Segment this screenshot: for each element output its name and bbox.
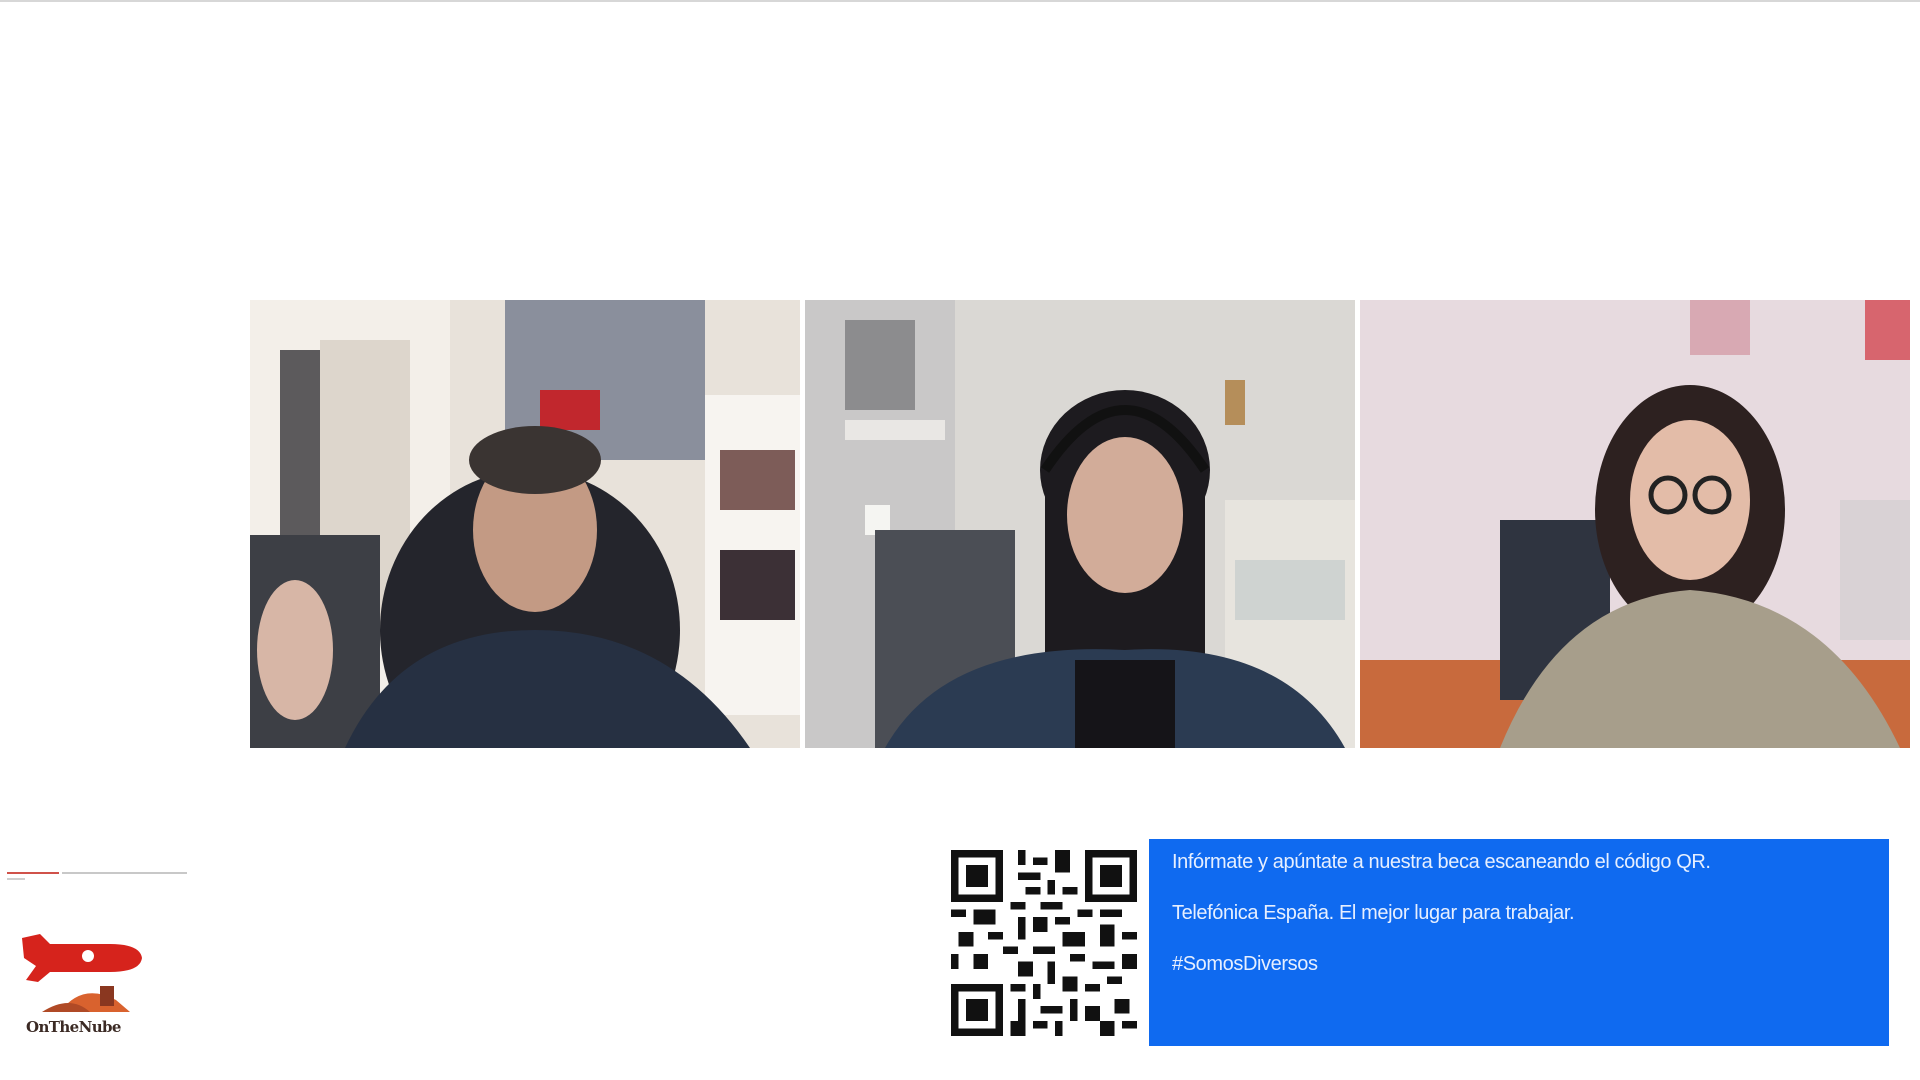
participant-video-2[interactable] <box>805 300 1355 748</box>
banner-line-scholarship: Infórmate y apúntate a nuestra beca esca… <box>1172 851 1711 873</box>
top-divider <box>0 0 1920 2</box>
logo: OnTheNube <box>20 930 150 1042</box>
qr-code-icon <box>951 850 1137 1036</box>
logo-text: OnTheNube <box>26 1018 121 1036</box>
video-grid <box>250 300 1910 748</box>
rocket-logo-icon <box>22 934 142 1012</box>
tiny-caption <box>7 872 187 884</box>
participant-video-1[interactable] <box>250 300 800 748</box>
banner-line-hashtag[interactable]: #SomosDiversos <box>1172 954 1889 974</box>
info-banner: Infórmate y apúntate a nuestra beca esca… <box>947 839 1889 1046</box>
info-text-panel: Infórmate y apúntate a nuestra beca esca… <box>1149 839 1889 1046</box>
qr-code[interactable] <box>947 839 1147 1046</box>
participant-video-3[interactable] <box>1360 300 1910 748</box>
banner-line-company: Telefónica España. El mejor lugar para t… <box>1172 902 1575 924</box>
